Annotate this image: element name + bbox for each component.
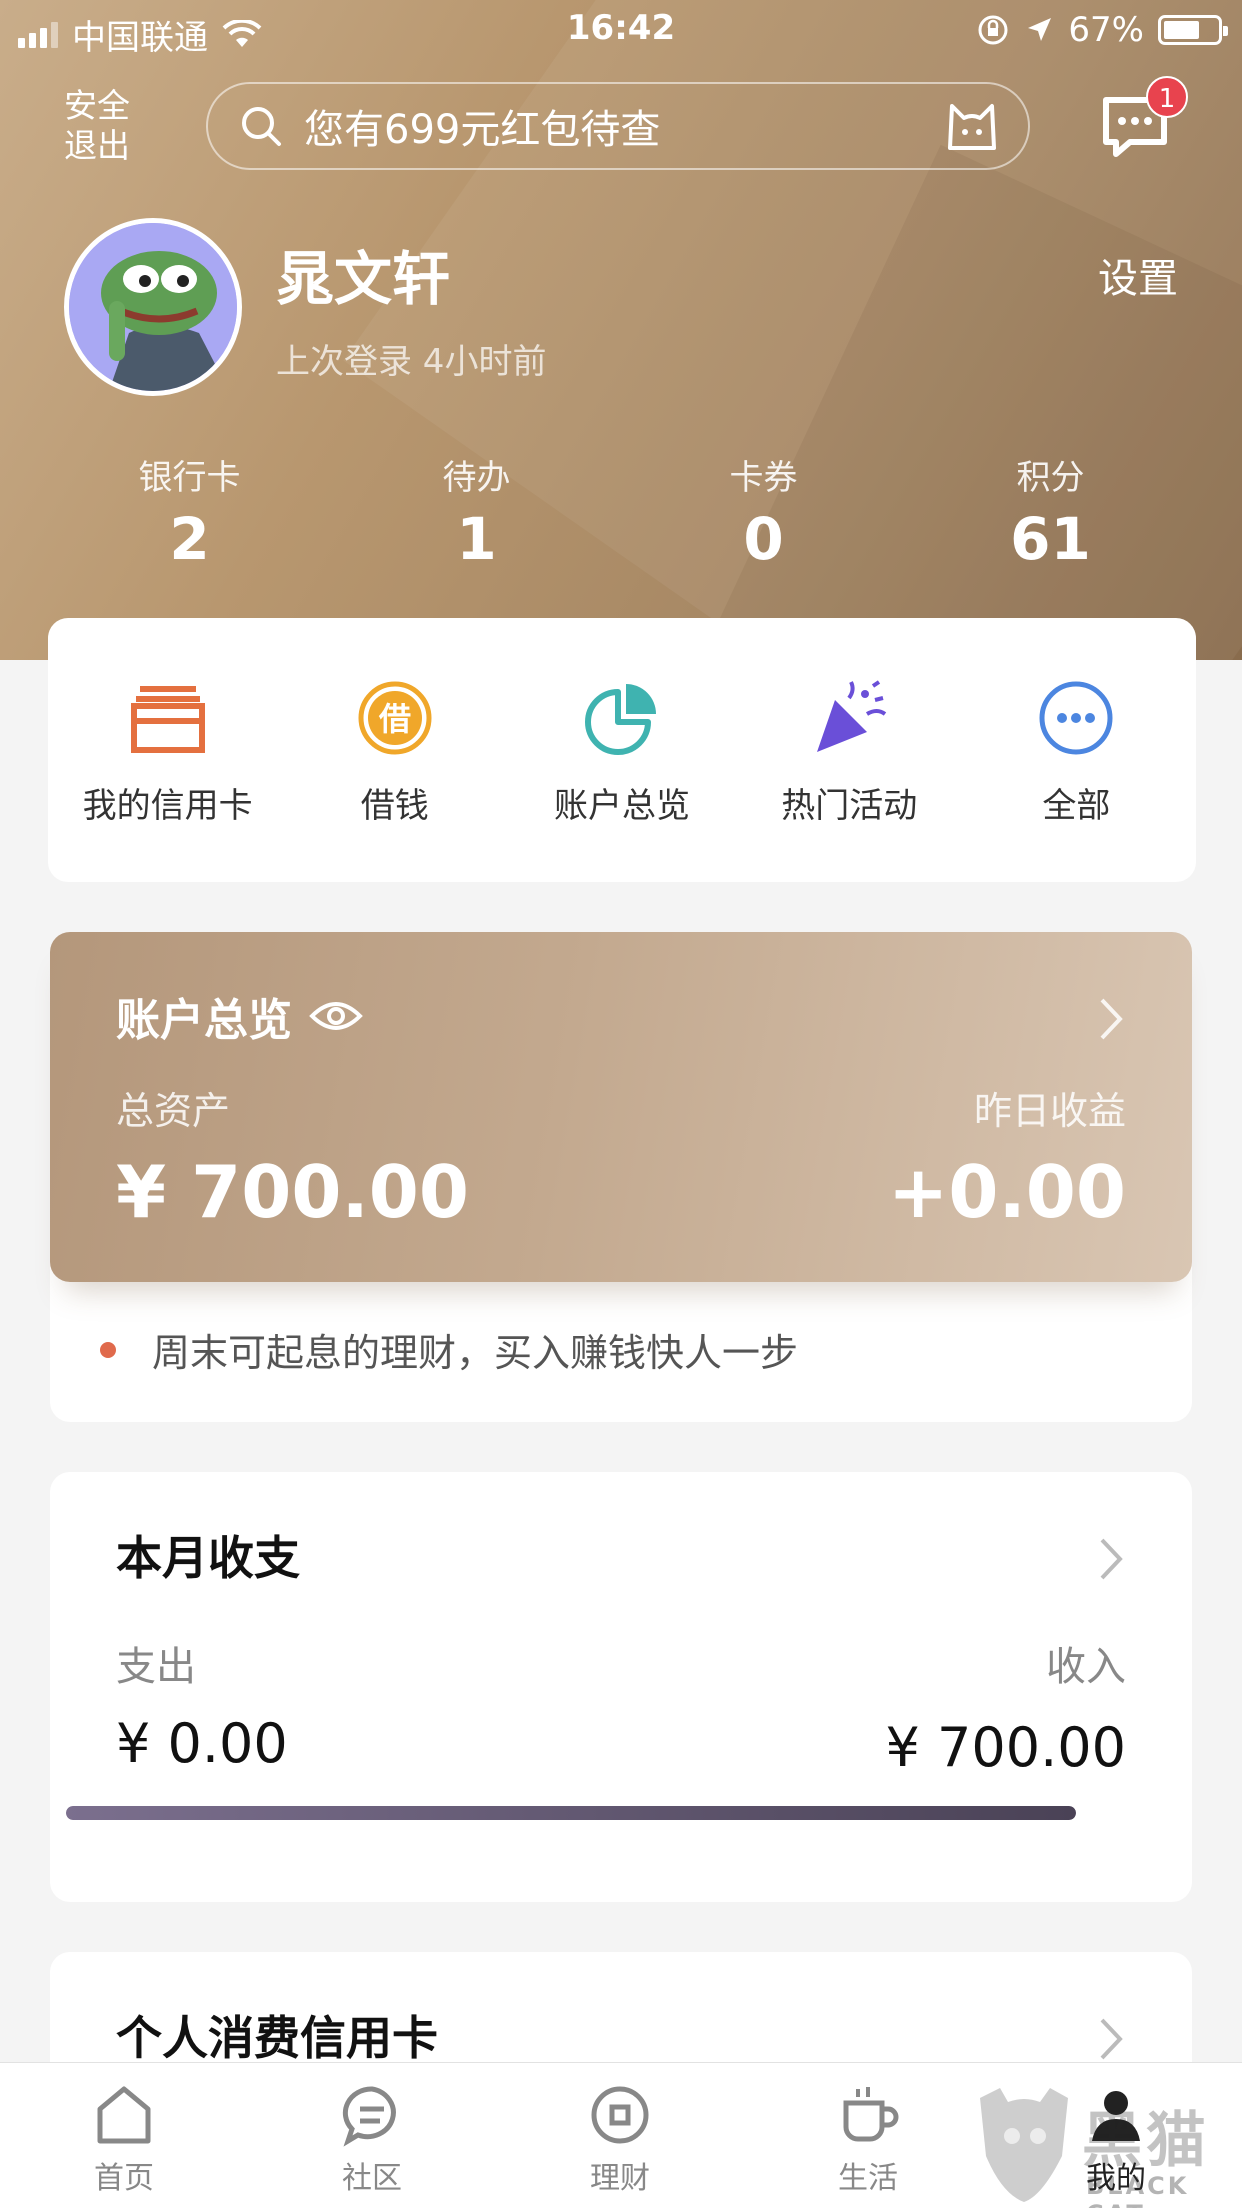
quick-all[interactable]: 全部 [963, 618, 1190, 882]
battery-icon [1158, 15, 1228, 45]
promo-tip[interactable]: 周末可起息的理财，买入赚钱快人一步 [100, 1322, 798, 1377]
quick-hot-events[interactable]: 热门活动 [736, 618, 963, 882]
monthly-title: 本月收支 [116, 1531, 300, 1585]
stat-points[interactable]: 积分 61 [907, 450, 1194, 573]
finance-icon [591, 2086, 649, 2144]
status-right: 67% [976, 10, 1228, 50]
quick-my-credit-card[interactable]: 我的信用卡 [54, 618, 281, 882]
watermark-text: 黑猫 [1082, 2106, 1210, 2176]
tab-label: 生活 [838, 2161, 898, 2196]
stats-row: 银行卡 2 待办 1 卡券 0 积分 61 [0, 450, 1242, 573]
stat-bank-cards[interactable]: 银行卡 2 [46, 450, 333, 573]
watermark-subtext: BLACK CAT [1086, 2172, 1190, 2208]
rotation-lock-icon [978, 15, 1008, 45]
message-badge: 1 [1146, 76, 1188, 118]
eye-icon[interactable] [308, 996, 364, 1036]
chevron-right-icon [1100, 998, 1123, 1040]
monthly-summary-card[interactable]: 本月收支 支出 收入 ¥ 0.00 ¥ 700.00 [50, 1472, 1192, 1902]
account-overview-card[interactable]: 账户总览 总资产 昨日收益 ¥ 700.00 +0.00 [50, 932, 1192, 1282]
yesterday-earnings-label: 昨日收益 [973, 1089, 1126, 1133]
expense-label: 支出 [116, 1644, 196, 1690]
total-assets-label: 总资产 [116, 1089, 231, 1133]
income-value: ¥ 700.00 [885, 1716, 1126, 1779]
income-label: 收入 [1046, 1644, 1126, 1690]
promo-tip-text: 周末可起息的理财，买入赚钱快人一步 [152, 1331, 799, 1375]
quick-menu: 我的信用卡 借 借钱 账户总览 热门活动 全部 [48, 618, 1196, 882]
tab-home[interactable]: 首页 [0, 2063, 248, 2208]
tab-life[interactable]: 生活 [744, 2063, 992, 2208]
credit-section-title: 个人消费信用卡 [116, 2011, 438, 2065]
stat-value: 2 [169, 505, 210, 573]
stat-value: 61 [1010, 505, 1091, 573]
stat-value: 1 [456, 505, 497, 573]
stat-label: 银行卡 [138, 458, 241, 498]
tab-label: 社区 [342, 2161, 402, 2196]
search-icon [242, 107, 281, 146]
stat-todo[interactable]: 待办 1 [333, 450, 620, 573]
logout-button[interactable]: 安全退出 [64, 86, 144, 166]
income-bar-fill [66, 1806, 1076, 1820]
coffee-icon [843, 2087, 899, 2142]
last-login: 上次登录 4小时前 [276, 342, 547, 382]
total-assets-value: ¥ 700.00 [116, 1150, 470, 1234]
user-name: 晁文轩 [276, 245, 451, 313]
quick-label: 借钱 [360, 786, 429, 826]
pie-chart-icon [585, 684, 656, 755]
yesterday-earnings-value: +0.00 [888, 1150, 1126, 1234]
tab-label: 理财 [590, 2161, 650, 2196]
search-placeholder: 您有699元红包待查 [304, 107, 661, 153]
quick-label: 热门活动 [781, 786, 918, 826]
home-icon [97, 2086, 151, 2144]
community-icon [342, 2086, 396, 2147]
status-bar: 中国联通 16:42 67% [0, 0, 1242, 62]
quick-borrow[interactable]: 借 借钱 [281, 618, 508, 882]
stat-coupons[interactable]: 卡券 0 [620, 450, 907, 573]
svg-text:借: 借 [378, 700, 411, 738]
account-overview-header: 账户总览 [116, 984, 364, 1048]
quick-label: 账户总览 [554, 786, 690, 826]
stat-label: 卡券 [729, 458, 798, 498]
quick-label: 全部 [1042, 786, 1111, 826]
borrow-icon: 借 [358, 681, 432, 755]
frog-avatar-icon [69, 223, 237, 391]
tab-finance[interactable]: 理财 [496, 2063, 744, 2208]
chevron-right-icon [1100, 1538, 1123, 1580]
search-bar[interactable]: 您有699元红包待查 [206, 82, 1030, 170]
stat-label: 待办 [442, 458, 511, 498]
chevron-right-icon [1100, 2018, 1123, 2060]
cat-voice-icon[interactable] [942, 98, 1002, 154]
tab-community[interactable]: 社区 [248, 2063, 496, 2208]
avatar[interactable] [64, 218, 242, 396]
income-expense-bar [66, 1806, 1076, 1820]
battery-percent: 67% [1068, 10, 1144, 50]
quick-label: 我的信用卡 [82, 786, 253, 826]
bullet-dot [100, 1341, 116, 1358]
expense-value: ¥ 0.00 [116, 1712, 288, 1775]
credit-card-icon [130, 686, 205, 753]
stat-value: 0 [743, 505, 784, 573]
party-popper-icon [817, 680, 887, 752]
account-overview-title: 账户总览 [116, 995, 292, 1046]
more-icon [1039, 681, 1113, 755]
location-icon [1028, 18, 1052, 41]
quick-account-overview[interactable]: 账户总览 [508, 618, 735, 882]
stat-label: 积分 [1016, 458, 1085, 498]
tab-label: 首页 [94, 2161, 154, 2196]
settings-button[interactable]: 设置 [1098, 246, 1178, 304]
